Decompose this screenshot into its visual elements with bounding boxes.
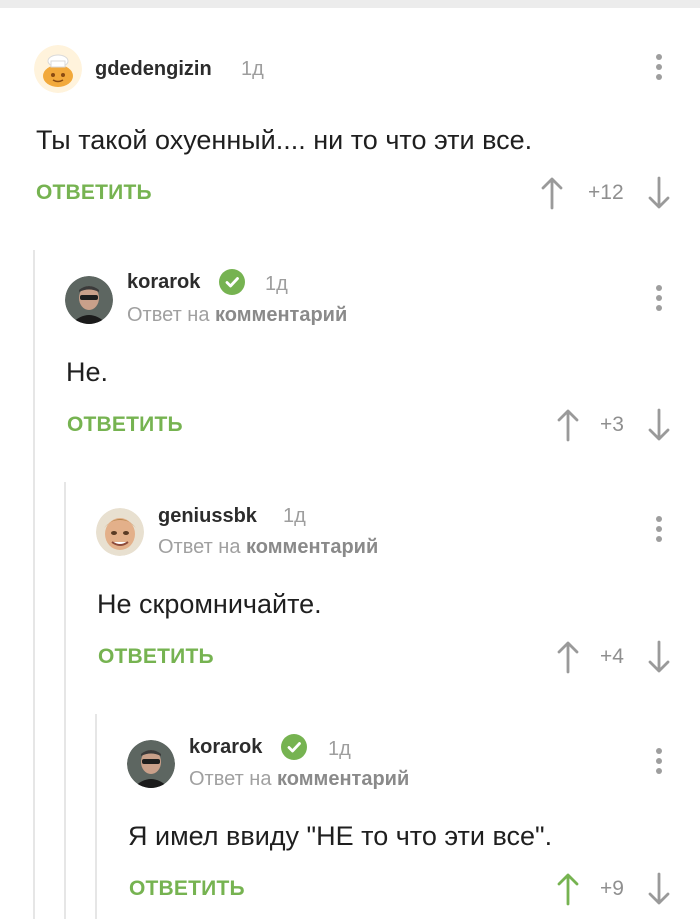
comment-4: korarok 1д Ответ на комментарий Я имел в… xyxy=(0,0,700,919)
downvote-arrow-icon[interactable] xyxy=(647,872,671,906)
timestamp: 1д xyxy=(328,738,351,760)
reply-button[interactable]: ОТВЕТИТЬ xyxy=(129,877,245,901)
upvote-arrow-icon[interactable] xyxy=(556,872,580,906)
reply-to-comment-link[interactable]: комментарий xyxy=(277,768,409,790)
verified-badge-icon xyxy=(281,734,307,760)
rating-count: +9 xyxy=(600,877,624,900)
man-sunglasses-avatar-icon xyxy=(127,740,175,788)
reply-to-prefix: Ответ на xyxy=(189,768,272,790)
avatar[interactable] xyxy=(127,740,175,788)
username[interactable]: korarok xyxy=(189,736,262,759)
comment-text: Я имел ввиду "НЕ то что эти все". xyxy=(128,821,553,851)
more-options-icon[interactable] xyxy=(654,748,664,780)
reply-to-label: Ответ на комментарий xyxy=(189,768,409,791)
